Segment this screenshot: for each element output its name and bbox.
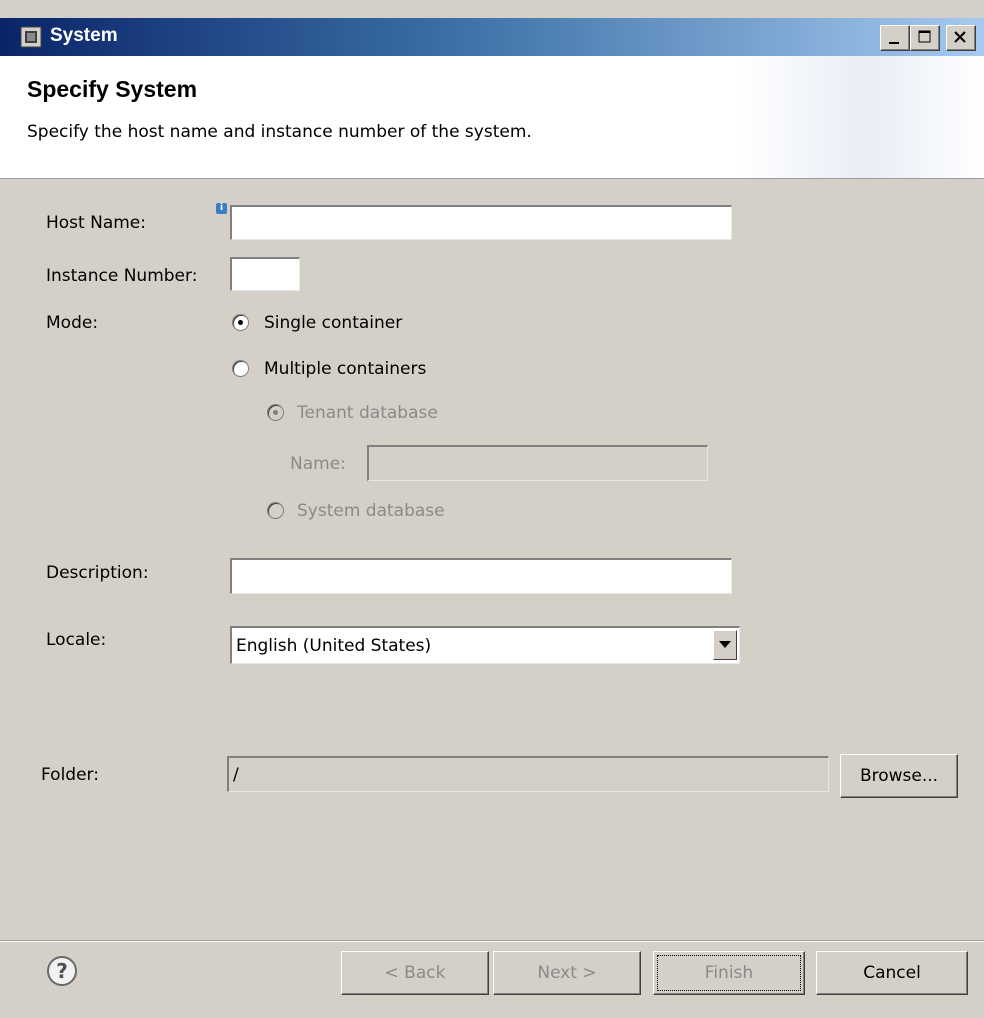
page-title: Specify System	[27, 76, 198, 102]
single-container-label[interactable]: Single container	[264, 313, 402, 333]
host-name-input[interactable]	[230, 205, 732, 240]
tenant-database-radio[interactable]	[267, 404, 284, 421]
folder-label: Folder:	[41, 765, 99, 785]
help-icon[interactable]: ?	[46, 955, 78, 987]
system-window-icon	[20, 26, 42, 48]
page-description: Specify the host name and instance numbe…	[27, 122, 532, 142]
mode-label: Mode:	[46, 313, 99, 333]
instance-number-input[interactable]	[230, 257, 300, 291]
radio-selected-dot	[273, 410, 278, 415]
locale-label: Locale:	[46, 630, 107, 650]
finish-button[interactable]: Finish	[653, 951, 805, 995]
locale-selected-value: English (United States)	[236, 636, 432, 656]
title-bar[interactable]: System	[0, 18, 984, 56]
dropdown-arrow-button[interactable]	[713, 630, 737, 660]
multiple-containers-label[interactable]: Multiple containers	[264, 359, 426, 379]
system-dialog: System Specify System Specify the host n…	[0, 0, 984, 1018]
tenant-name-label: Name:	[290, 454, 346, 474]
back-button[interactable]: < Back	[341, 951, 489, 995]
description-input[interactable]	[230, 558, 732, 594]
minimize-icon	[889, 42, 899, 44]
svg-text:?: ?	[56, 959, 68, 983]
multiple-containers-radio[interactable]	[232, 360, 249, 377]
minimize-button[interactable]	[880, 25, 910, 51]
system-database-label: System database	[297, 501, 445, 521]
close-icon	[954, 31, 966, 43]
maximize-button[interactable]	[910, 25, 940, 51]
tenant-name-input[interactable]	[367, 445, 708, 481]
locale-dropdown[interactable]: English (United States)	[230, 626, 740, 664]
wizard-header: Specify System Specify the host name and…	[0, 56, 984, 179]
system-database-radio[interactable]	[267, 502, 284, 519]
browse-button[interactable]: Browse...	[840, 754, 958, 798]
close-button[interactable]	[946, 25, 976, 51]
info-icon: i	[216, 203, 227, 214]
next-button[interactable]: Next >	[493, 951, 641, 995]
cancel-button[interactable]: Cancel	[816, 951, 968, 995]
description-label: Description:	[46, 563, 149, 583]
single-container-radio[interactable]	[232, 314, 249, 331]
maximize-icon	[918, 30, 931, 43]
folder-input[interactable]	[227, 756, 829, 792]
instance-number-label: Instance Number:	[46, 266, 198, 286]
chevron-down-icon	[719, 641, 731, 648]
window-title: System	[50, 25, 118, 46]
host-name-label: Host Name:	[46, 213, 146, 233]
radio-selected-dot	[238, 320, 243, 325]
tenant-database-label: Tenant database	[297, 403, 438, 423]
footer-separator	[0, 940, 984, 942]
